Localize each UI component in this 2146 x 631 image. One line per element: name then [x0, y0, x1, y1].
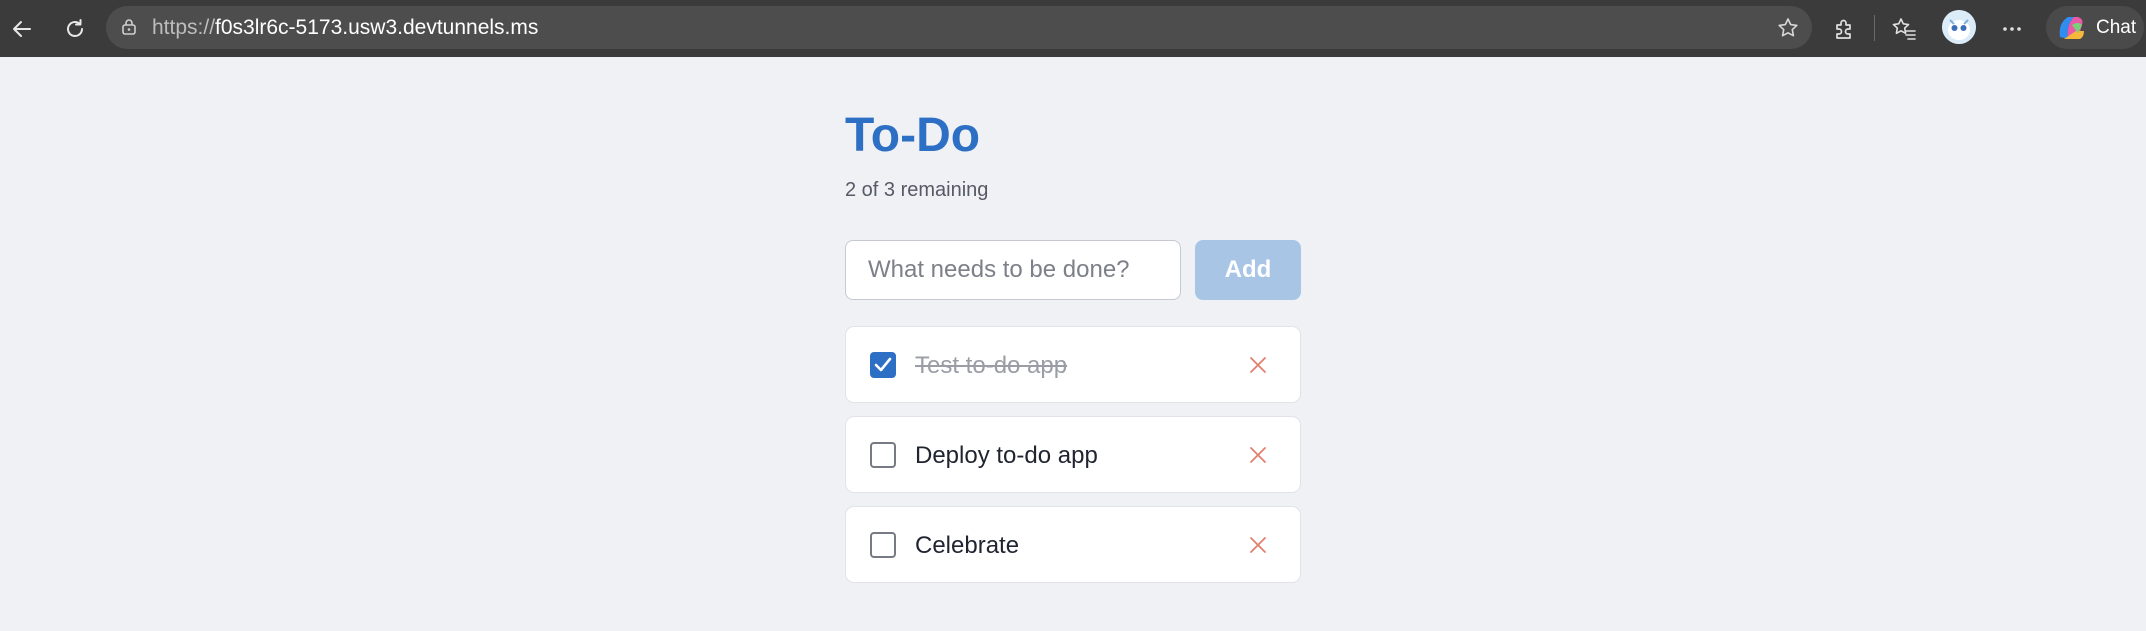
todo-item: Deploy to-do app — [845, 416, 1301, 493]
url-scheme: https:// — [152, 16, 216, 39]
todo-item: Celebrate — [845, 506, 1301, 583]
extensions-icon[interactable] — [1822, 0, 1866, 57]
delete-icon[interactable] — [1246, 353, 1270, 377]
site-info-icon[interactable] — [116, 14, 142, 40]
todo-checkbox[interactable] — [870, 442, 896, 468]
profile-avatar[interactable] — [1942, 10, 1976, 44]
new-todo-input[interactable] — [845, 240, 1181, 300]
todo-item: Test to-do app — [845, 326, 1301, 403]
todo-text: Test to-do app — [915, 352, 1068, 379]
todo-text: Deploy to-do app — [915, 442, 1098, 469]
browser-toolbar: https://f0s3lr6c-5173.usw3.devtunnels.ms… — [0, 0, 2146, 57]
more-icon[interactable] — [1990, 0, 2034, 57]
page-title: To-Do — [845, 109, 981, 162]
address-bar[interactable]: https://f0s3lr6c-5173.usw3.devtunnels.ms — [106, 6, 1812, 49]
todo-checkbox[interactable] — [870, 352, 896, 378]
url-text: https://f0s3lr6c-5173.usw3.devtunnels.ms — [152, 6, 538, 49]
url-host: f0s3lr6c-5173.usw3.devtunnels.ms — [215, 16, 539, 39]
toolbar-separator — [1874, 15, 1875, 41]
add-button[interactable]: Add — [1195, 240, 1301, 300]
refresh-icon[interactable] — [53, 0, 97, 57]
favorite-star-icon[interactable] — [1772, 12, 1804, 44]
todo-text: Celebrate — [915, 532, 1020, 559]
back-icon[interactable] — [0, 0, 44, 57]
copilot-chat-button[interactable]: Chat — [2046, 6, 2144, 49]
checkmark-icon — [874, 357, 892, 372]
delete-icon[interactable] — [1246, 443, 1270, 467]
remaining-count: 2 of 3 remaining — [845, 179, 989, 201]
delete-icon[interactable] — [1246, 533, 1270, 557]
chat-label: Chat — [2096, 16, 2137, 38]
todo-checkbox[interactable] — [870, 532, 896, 558]
favorites-icon[interactable] — [1882, 0, 1926, 57]
copilot-icon — [2059, 16, 2084, 39]
